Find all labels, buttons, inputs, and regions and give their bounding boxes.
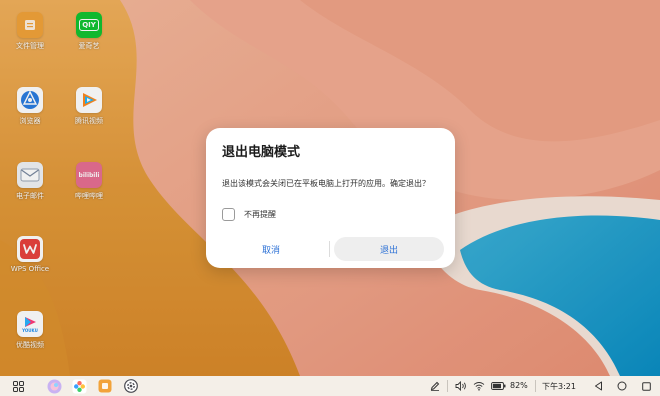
battery-percentage: 82% [510,381,528,390]
wifi-icon[interactable] [472,380,485,392]
button-divider [329,241,330,257]
home-icon[interactable] [616,380,628,392]
volume-icon[interactable] [454,380,467,392]
pen-icon[interactable] [429,380,441,392]
photos-icon[interactable] [71,378,87,394]
settings-icon[interactable] [123,378,139,394]
cancel-button[interactable]: 取消 [218,238,324,260]
taskbar-separator [535,380,536,392]
clock[interactable]: 下午3:21 [542,381,576,392]
file-manager-icon[interactable] [97,378,113,394]
exit-button[interactable]: 退出 [334,237,444,261]
dont-remind-label: 不再提醒 [244,210,276,219]
taskbar-separator [447,380,448,392]
dialog-message: 退出该模式会关闭已在平板电脑上打开的应用。确定退出？ [222,179,430,188]
exit-pc-mode-dialog: 退出电脑模式 退出该模式会关闭已在平板电脑上打开的应用。确定退出？ 不再提醒 取… [206,128,455,268]
dialog-title: 退出电脑模式 [222,145,301,160]
gallery-icon[interactable] [46,378,62,394]
recents-icon[interactable] [640,380,652,392]
dont-remind-checkbox[interactable] [222,208,235,221]
app-grid-icon[interactable] [12,380,25,392]
back-icon[interactable] [592,380,604,392]
battery-icon[interactable] [490,381,506,391]
taskbar: 82% 下午3:21 [0,376,660,396]
dont-remind-row[interactable]: 不再提醒 [222,208,276,221]
